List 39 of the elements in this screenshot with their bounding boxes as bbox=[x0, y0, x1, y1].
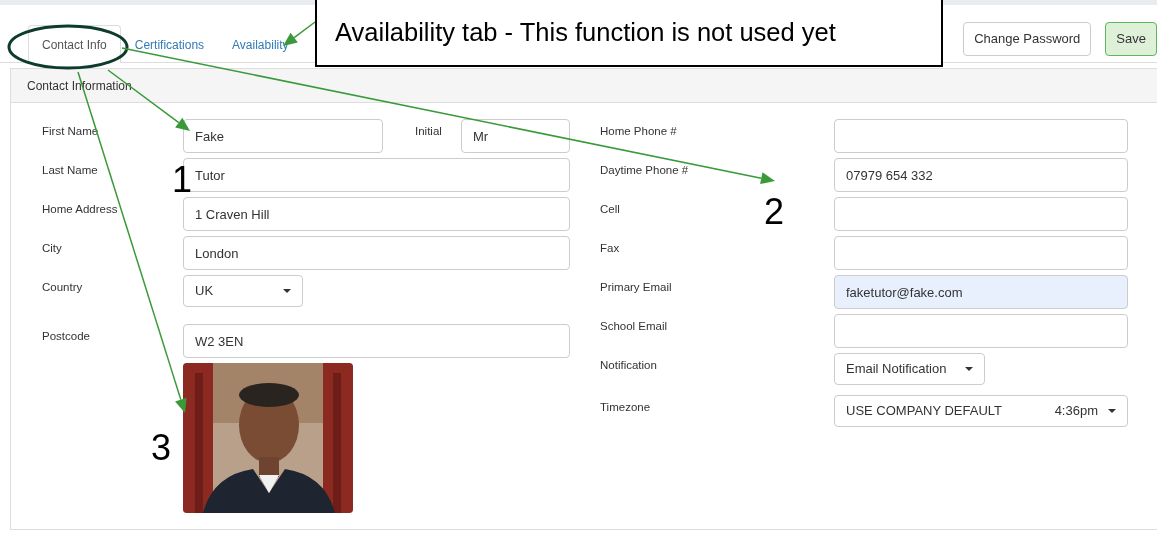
tab[interactable]: Certifications bbox=[120, 25, 219, 63]
field-label: Home Address bbox=[42, 203, 118, 215]
field-label: Fax bbox=[600, 242, 620, 254]
input-field[interactable]: Mr bbox=[461, 119, 570, 153]
field-label: Home Phone # bbox=[600, 125, 677, 137]
field-label: Primary Email bbox=[600, 281, 672, 293]
dropdown[interactable]: USE COMPANY DEFAULT 4:36pm bbox=[834, 395, 1128, 427]
annotation-number: 3 bbox=[151, 430, 172, 466]
input-field[interactable] bbox=[834, 197, 1128, 231]
field-label: Daytime Phone # bbox=[600, 164, 689, 176]
dropdown[interactable]: UK bbox=[183, 275, 303, 307]
input-field[interactable] bbox=[834, 236, 1128, 270]
caret-icon bbox=[1108, 409, 1116, 413]
annotation-callout: Availability tab - This function is not used yet bbox=[315, 0, 943, 67]
input-field[interactable]: 1 Craven Hill bbox=[183, 197, 570, 231]
field-label: Timezone bbox=[600, 401, 651, 413]
field-label: Cell bbox=[600, 203, 620, 215]
input-field[interactable]: W2 3EN bbox=[183, 324, 570, 358]
input-field[interactable]: London bbox=[183, 236, 570, 270]
input-field[interactable]: 07979 654 332 bbox=[834, 158, 1128, 192]
input-field[interactable] bbox=[834, 314, 1128, 348]
change-password-button[interactable]: Change Password bbox=[963, 22, 1092, 56]
field-label: City bbox=[42, 242, 62, 254]
field-label: Postcode bbox=[42, 330, 90, 342]
tab[interactable]: Availability bbox=[218, 25, 303, 63]
input-field[interactable] bbox=[834, 119, 1128, 153]
input-field[interactable]: Fake bbox=[183, 119, 383, 153]
field-label: Last Name bbox=[42, 164, 98, 176]
input-field[interactable]: faketutor@fake.com bbox=[834, 275, 1128, 309]
save-button[interactable]: Save bbox=[1105, 22, 1157, 56]
caret-icon bbox=[283, 289, 291, 293]
annotation-number: 2 bbox=[764, 194, 785, 230]
dropdown[interactable]: Email Notification bbox=[834, 353, 985, 385]
field-label: Country bbox=[42, 281, 83, 293]
tab[interactable]: Contact Info bbox=[28, 25, 121, 63]
field-label: Notification bbox=[600, 359, 657, 371]
field-label: School Email bbox=[600, 320, 668, 332]
caret-icon bbox=[965, 367, 973, 371]
field-label: Initial bbox=[415, 125, 442, 137]
